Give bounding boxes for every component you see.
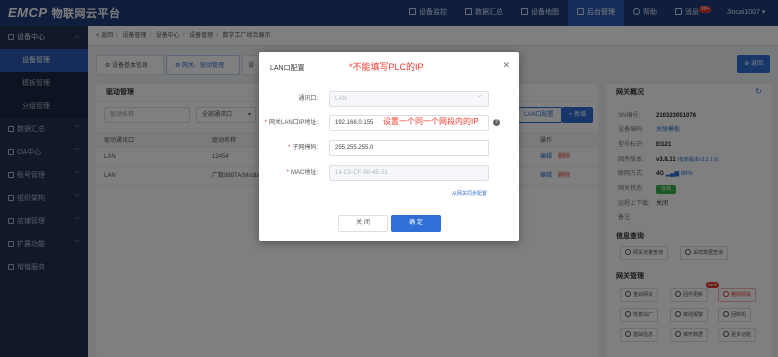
help-icon[interactable]: ? — [493, 119, 500, 126]
close-button[interactable]: 关 闭 — [338, 215, 388, 232]
port-label: 通讯口: — [298, 91, 318, 107]
row-subnet-mask: * 子网掩码: 255.255.255.0 — [259, 140, 519, 156]
row-port: 通讯口: LAN ﹀ — [259, 91, 519, 107]
chevron-down-icon: ﹀ — [475, 96, 482, 102]
row-mac: * MAC地址: 14-C5-CF-58-4E-51 — [259, 165, 519, 181]
label-text: 网关LAN口IP地址: — [268, 120, 318, 126]
mac-label: * MAC地址: — [286, 170, 318, 176]
field-value: 255.255.255.0 — [335, 145, 374, 151]
row-lan-ip: * 网关LAN口IP地址: 192.168.0.155 设置一个同一个网段内的IP… — [259, 115, 519, 131]
close-icon[interactable]: ✕ — [502, 60, 510, 71]
confirm-button[interactable]: 确 定 — [391, 215, 441, 232]
lan-config-dialog: LAN口配置 *不能填写PLC的IP ✕ 通讯口: LAN ﹀ * 网关LAN口IP… — [259, 52, 519, 241]
label-text: 子网掩码: — [292, 145, 318, 151]
dialog-title: LAN口配置 — [270, 65, 305, 72]
lan-ip-label: * 网关LAN口IP地址: — [264, 120, 318, 126]
field-value: 192.168.0.155 — [335, 120, 374, 126]
mac-field: 14-C5-CF-58-4E-51 — [329, 165, 489, 181]
port-field: LAN ﹀ — [329, 91, 489, 107]
subnet-mask-label: * 子网掩码: — [287, 145, 318, 151]
subnet-mask-input[interactable]: 255.255.255.0 — [329, 140, 489, 156]
field-value: LAN — [335, 96, 347, 102]
annotation-no-plc-ip: *不能填写PLC的IP — [349, 62, 424, 72]
annotation-same-subnet: 设置一个同一个网段内的IP — [383, 117, 479, 126]
field-value: 14-C5-CF-58-4E-51 — [335, 170, 389, 176]
sync-from-gateway-link[interactable]: 从网关同步配置 — [452, 190, 487, 197]
label-text: 通讯口: — [298, 96, 318, 102]
label-text: MAC地址: — [290, 170, 318, 176]
